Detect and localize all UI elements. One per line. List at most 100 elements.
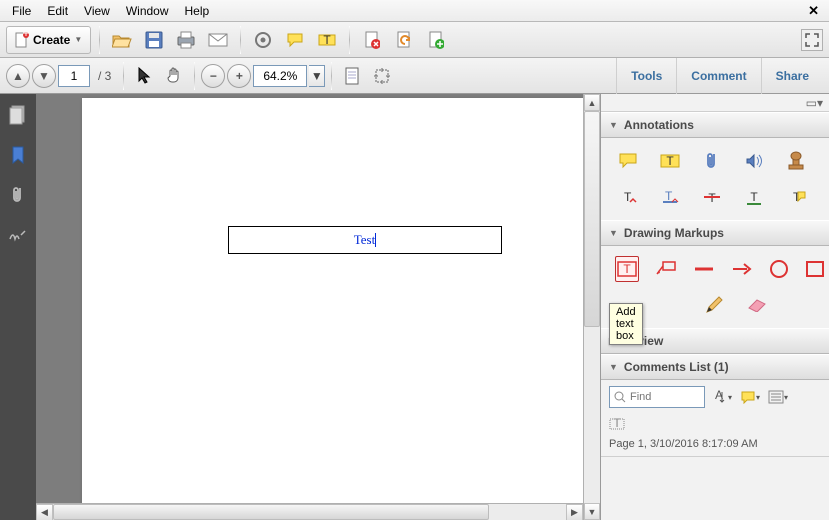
section-comments-title: Comments List (1): [624, 360, 729, 374]
eraser-tool[interactable]: [743, 292, 769, 318]
fit-width-button[interactable]: [368, 62, 396, 90]
zoom-out-button[interactable]: −: [201, 64, 225, 88]
zoom-in-button[interactable]: +: [227, 64, 251, 88]
hand-tool-button[interactable]: [160, 62, 188, 90]
arrow-up-icon: ▲: [12, 69, 24, 83]
page-total-label: / 3: [92, 69, 117, 83]
menu-help[interactable]: Help: [177, 2, 218, 20]
gear-icon: [254, 31, 272, 49]
insert-page-button[interactable]: [422, 26, 450, 54]
note-text-icon: T: [786, 188, 806, 206]
expand-window-button[interactable]: [801, 29, 823, 51]
comment-panel: ▭▾ ▼ Annotations T T T T T T ▼ D: [600, 94, 829, 520]
rectangle-icon: [805, 260, 825, 278]
scroll-thumb[interactable]: [584, 111, 600, 327]
attachments-button[interactable]: [7, 184, 29, 206]
menu-view[interactable]: View: [76, 2, 118, 20]
scroll-track[interactable]: [584, 111, 600, 503]
find-comments-input[interactable]: [630, 391, 700, 403]
email-button[interactable]: [204, 26, 232, 54]
signature-icon: [8, 227, 28, 243]
rotate-page-button[interactable]: [390, 26, 418, 54]
comments-options-button[interactable]: ▾: [767, 386, 789, 408]
menu-bar: File Edit View Window Help ✕: [0, 0, 829, 22]
attach-file-tool[interactable]: [699, 148, 725, 174]
comment-bubble-icon: [286, 32, 304, 48]
insert-text-cursor-tool[interactable]: T: [615, 184, 641, 210]
section-comments-header[interactable]: ▼ Comments List (1): [601, 354, 829, 380]
page-insert-icon: [428, 31, 444, 49]
collapse-icon: ▼: [609, 362, 618, 372]
text-box-icon: T: [616, 259, 638, 279]
open-button[interactable]: [108, 26, 136, 54]
underline-tool[interactable]: T: [741, 184, 767, 210]
strikethrough-tool[interactable]: T: [699, 184, 725, 210]
filter-comments-button[interactable]: ▾: [739, 386, 761, 408]
scroll-up-button[interactable]: ▲: [584, 94, 600, 111]
rectangle-tool[interactable]: [805, 256, 825, 282]
add-note-to-text-tool[interactable]: T: [783, 184, 809, 210]
highlight-text-tool[interactable]: T: [657, 148, 683, 174]
find-comments-input-wrapper[interactable]: [609, 386, 705, 408]
signatures-button[interactable]: [7, 224, 29, 246]
printer-icon: [176, 31, 196, 49]
document-viewport[interactable]: Test ◀ ▶: [36, 94, 583, 520]
filter-icon: [740, 390, 756, 404]
tab-tools[interactable]: Tools: [616, 58, 676, 94]
textbox-annotation[interactable]: Test: [228, 226, 502, 254]
scroll-left-button[interactable]: ◀: [36, 504, 53, 520]
bookmarks-button[interactable]: [7, 144, 29, 166]
settings-button[interactable]: [249, 26, 277, 54]
line-icon: [693, 265, 715, 273]
task-pane-tabs: Tools Comment Share: [616, 58, 823, 94]
menu-window[interactable]: Window: [118, 2, 177, 20]
tab-share[interactable]: Share: [761, 58, 823, 94]
sticky-note-button[interactable]: [281, 26, 309, 54]
scroll-right-button[interactable]: ▶: [566, 504, 583, 520]
arrow-tool[interactable]: [731, 256, 753, 282]
stamp-tool[interactable]: [783, 148, 809, 174]
page-number-input[interactable]: [58, 65, 90, 87]
comment-item[interactable]: T: [601, 414, 829, 436]
textbox-content: Test: [354, 232, 375, 248]
create-button[interactable]: + Create ▼: [6, 26, 91, 54]
scroll-down-button[interactable]: ▼: [584, 503, 600, 520]
print-button[interactable]: [172, 26, 200, 54]
page-up-button[interactable]: ▲: [6, 64, 30, 88]
horizontal-scrollbar[interactable]: ◀ ▶: [36, 503, 583, 520]
tab-comment[interactable]: Comment: [676, 58, 760, 94]
text-callout-tool[interactable]: [655, 256, 677, 282]
vertical-scrollbar[interactable]: ▲ ▼: [583, 94, 600, 520]
hscroll-track[interactable]: [53, 504, 566, 520]
close-icon[interactable]: ✕: [802, 3, 825, 19]
section-drawing-header[interactable]: ▼ Drawing Markups: [601, 220, 829, 246]
highlight-button[interactable]: T: [313, 26, 341, 54]
menu-edit[interactable]: Edit: [39, 2, 76, 20]
zoom-dropdown-button[interactable]: ▼: [309, 65, 325, 87]
svg-text:T: T: [324, 33, 332, 47]
panel-menu-icon[interactable]: ▭▾: [806, 96, 823, 110]
pdf-page: [82, 98, 583, 520]
zoom-level-input[interactable]: [253, 65, 307, 87]
section-annotations-header[interactable]: ▼ Annotations: [601, 112, 829, 138]
oval-tool[interactable]: [769, 256, 789, 282]
hscroll-thumb[interactable]: [53, 504, 489, 520]
minus-icon: −: [210, 69, 217, 83]
replace-text-tool[interactable]: T: [657, 184, 683, 210]
delete-page-button[interactable]: [358, 26, 386, 54]
collapse-icon: ▼: [609, 120, 618, 130]
line-tool[interactable]: [693, 256, 715, 282]
select-tool-button[interactable]: [130, 62, 158, 90]
menu-file[interactable]: File: [4, 2, 39, 20]
add-sticky-note-tool[interactable]: [615, 148, 641, 174]
annotations-tools: T T T T T T: [601, 138, 829, 220]
main-toolbar: + Create ▼ T: [0, 22, 829, 58]
page-down-button[interactable]: ▼: [32, 64, 56, 88]
sort-comments-button[interactable]: A▾: [711, 386, 733, 408]
fit-page-button[interactable]: [338, 62, 366, 90]
save-button[interactable]: [140, 26, 168, 54]
record-audio-tool[interactable]: [741, 148, 767, 174]
add-text-box-tool[interactable]: T: [615, 256, 639, 282]
page-thumbnails-button[interactable]: [7, 104, 29, 126]
pencil-tool[interactable]: [701, 292, 727, 318]
